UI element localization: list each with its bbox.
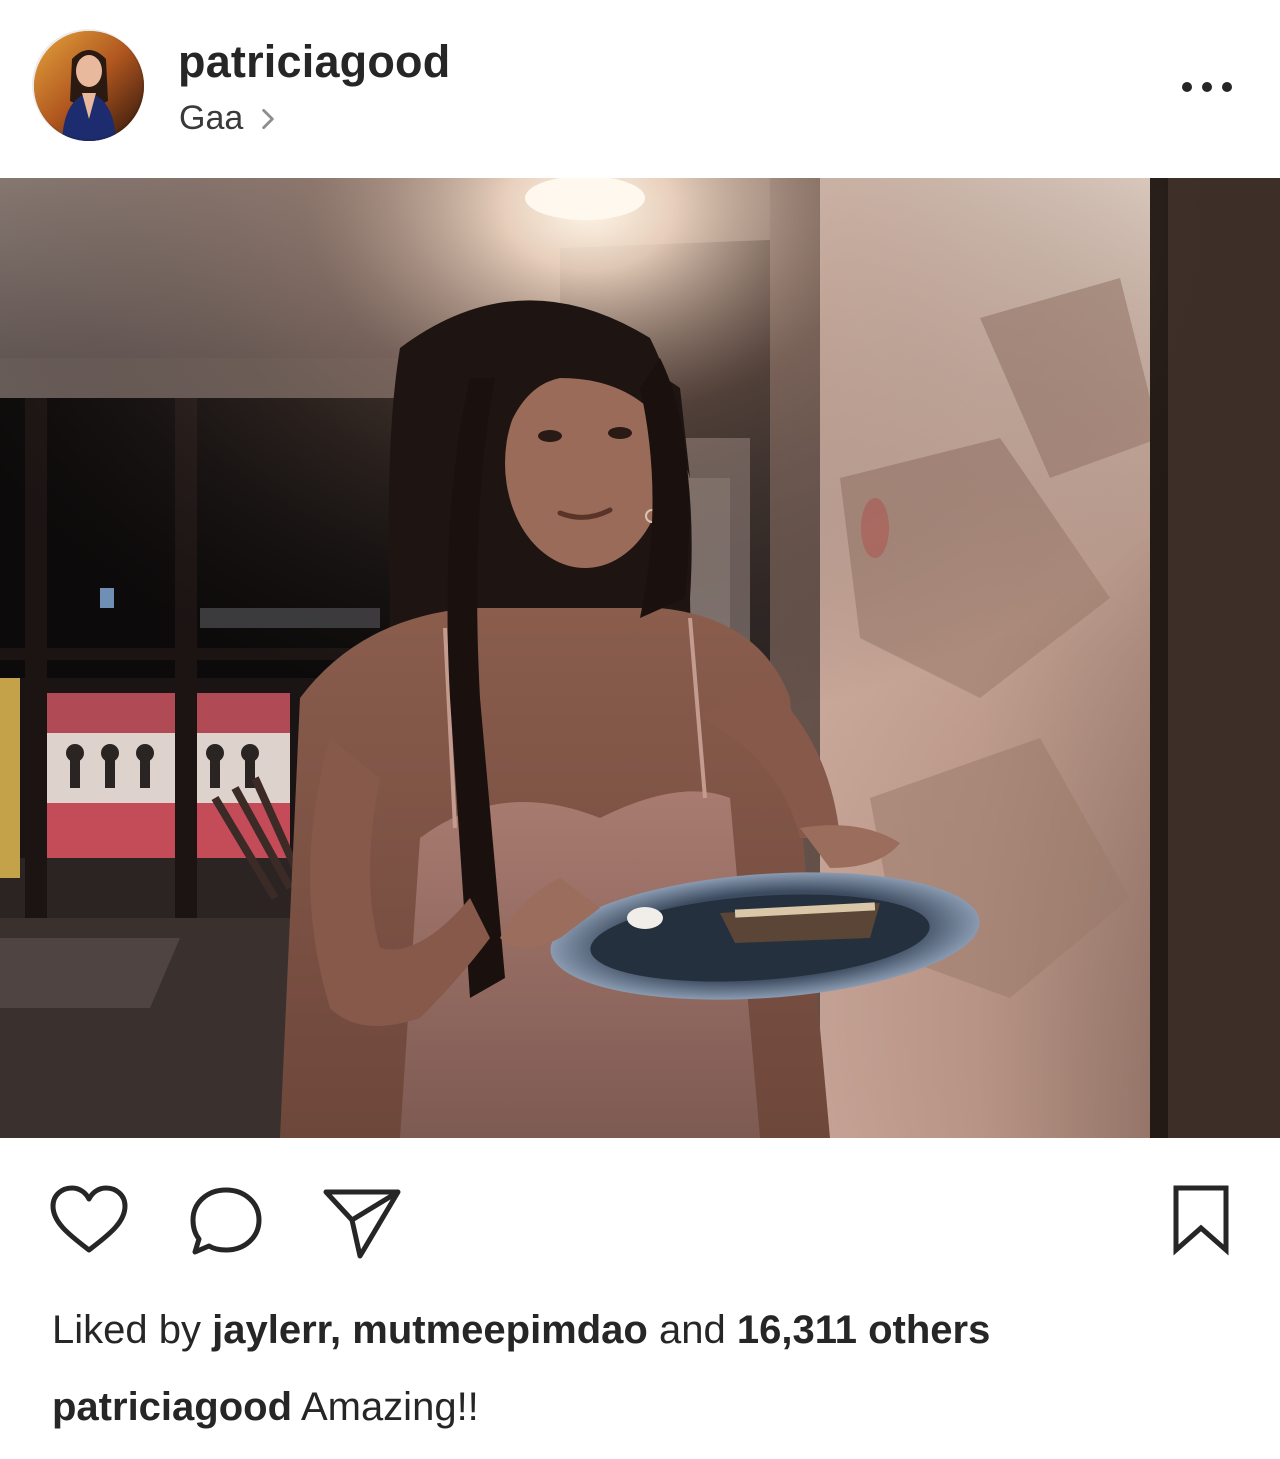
more-dot-icon bbox=[1182, 82, 1192, 92]
header-username[interactable]: patriciagood bbox=[178, 36, 450, 88]
chevron-right-icon bbox=[262, 108, 275, 129]
likes-summary[interactable]: Liked by jaylerr, mutmeepimdao and 16,31… bbox=[52, 1308, 990, 1353]
post-header: patriciagood Gaa bbox=[0, 0, 1280, 178]
more-dot-icon bbox=[1222, 82, 1232, 92]
liker-link[interactable]: mutmeepimdao bbox=[352, 1308, 648, 1352]
instagram-post: patriciagood Gaa Liked by jaylerr, mutme… bbox=[0, 0, 1280, 1459]
heart-icon[interactable] bbox=[48, 1184, 130, 1256]
post-photo[interactable] bbox=[0, 178, 1280, 1138]
avatar-ring bbox=[32, 29, 144, 141]
more-dot-icon bbox=[1202, 82, 1212, 92]
location-link[interactable]: Gaa bbox=[179, 99, 281, 138]
bookmark-icon[interactable] bbox=[1170, 1184, 1232, 1256]
likes-count-link[interactable]: 16,311 others bbox=[737, 1308, 991, 1352]
caption-username[interactable]: patriciagood bbox=[52, 1385, 292, 1429]
likes-prefix: Liked by bbox=[52, 1308, 201, 1352]
liker-link[interactable]: jaylerr, bbox=[212, 1308, 341, 1352]
post-image bbox=[0, 178, 1280, 1138]
action-bar bbox=[0, 1170, 1280, 1260]
caption-text: Amazing!! bbox=[300, 1385, 479, 1429]
more-options-button[interactable] bbox=[1182, 80, 1232, 94]
comment-icon[interactable] bbox=[186, 1184, 266, 1260]
paper-plane-icon[interactable] bbox=[322, 1184, 402, 1260]
location-label: Gaa bbox=[179, 99, 244, 137]
post-caption: patriciagood Amazing!! bbox=[52, 1385, 479, 1430]
likes-connector: and bbox=[658, 1308, 726, 1352]
